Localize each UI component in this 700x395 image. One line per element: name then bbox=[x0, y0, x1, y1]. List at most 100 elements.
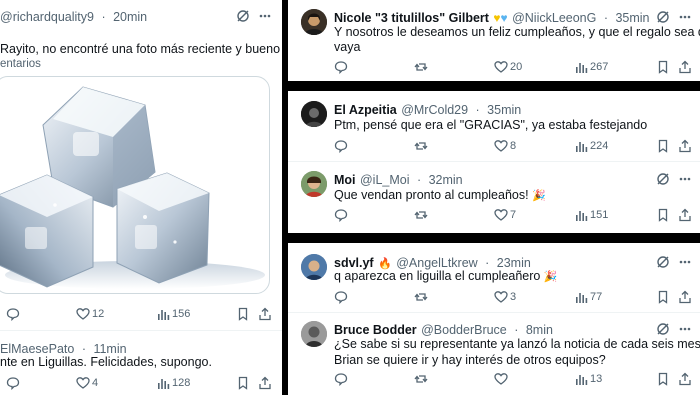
like-count: 8 bbox=[510, 140, 517, 152]
like-icon[interactable] bbox=[76, 307, 90, 321]
like-icon[interactable] bbox=[494, 208, 508, 222]
more-icon[interactable] bbox=[678, 322, 692, 336]
like-icon[interactable] bbox=[494, 60, 508, 74]
grok-icon[interactable] bbox=[236, 9, 250, 23]
reply-icon[interactable] bbox=[334, 372, 348, 386]
divider bbox=[288, 312, 700, 313]
repost-icon[interactable] bbox=[414, 290, 428, 304]
like-icon[interactable] bbox=[76, 376, 90, 390]
more-icon[interactable] bbox=[678, 255, 692, 269]
like-count: 7 bbox=[510, 209, 517, 221]
views-count: 13 bbox=[590, 373, 603, 385]
tweet-time[interactable]: 20min bbox=[113, 10, 147, 24]
tweet-text-line: vaya bbox=[334, 40, 361, 54]
repost-icon[interactable] bbox=[414, 372, 428, 386]
more-icon[interactable] bbox=[678, 10, 692, 24]
share-icon[interactable] bbox=[678, 372, 692, 386]
reply-icon[interactable] bbox=[6, 376, 20, 390]
tweet-text-line: Y nosotros le deseamos un feliz cumpleañ… bbox=[334, 25, 700, 39]
tweet-text: Ptm, pensé que era el "GRACIAS", ya esta… bbox=[334, 118, 648, 132]
avatar[interactable] bbox=[301, 171, 327, 197]
views-count: 224 bbox=[590, 140, 609, 152]
tweet-image-ice-cubes[interactable] bbox=[0, 76, 270, 294]
views-count: 267 bbox=[590, 61, 609, 73]
reply-icon[interactable] bbox=[334, 290, 348, 304]
like-icon[interactable] bbox=[494, 372, 508, 386]
tweet-handle[interactable]: @iL_Moi bbox=[360, 173, 410, 187]
like-count: 3 bbox=[510, 291, 517, 303]
tweet-author-name[interactable]: Bruce Bodder bbox=[334, 323, 417, 337]
divider bbox=[0, 330, 282, 331]
reply-icon[interactable] bbox=[6, 307, 20, 321]
tweet-author-name[interactable]: Moi bbox=[334, 173, 356, 187]
more-icon[interactable] bbox=[678, 172, 692, 186]
tweet-author-name[interactable]: Nicole "3 titulillos" Gilbert bbox=[334, 11, 489, 25]
grok-icon[interactable] bbox=[656, 172, 670, 186]
views-icon[interactable] bbox=[156, 307, 170, 321]
bookmark-icon[interactable] bbox=[656, 139, 670, 153]
reply-icon[interactable] bbox=[334, 208, 348, 222]
like-icon[interactable] bbox=[494, 290, 508, 304]
tweet-handle[interactable]: @BodderBruce bbox=[421, 323, 507, 337]
views-icon[interactable] bbox=[156, 376, 170, 390]
tweet-handle[interactable]: @MrCold29 bbox=[401, 103, 468, 117]
more-icon[interactable] bbox=[258, 9, 272, 23]
grok-icon[interactable] bbox=[656, 10, 670, 24]
tweet-text-row: q aparezca en liguilla el cumpleañero 🎉 bbox=[334, 268, 558, 285]
share-icon[interactable] bbox=[678, 208, 692, 222]
tweet-text-row: Que vendan pronto al cumpleaños! 🎉 bbox=[334, 187, 546, 204]
gold-heart-icon: ♥ bbox=[493, 11, 501, 25]
tweet-time[interactable]: 32min bbox=[429, 173, 463, 187]
party-popper-icon: 🎉 bbox=[543, 271, 558, 283]
avatar[interactable] bbox=[301, 254, 327, 280]
right-tweet-panel-1: Nicole "3 titulillos" Gilbert ♥♥ @NiickL… bbox=[288, 0, 700, 81]
repost-icon[interactable] bbox=[414, 139, 428, 153]
share-icon[interactable] bbox=[678, 60, 692, 74]
like-count: 20 bbox=[510, 61, 523, 73]
tweet-text: nte en Liguillas. Felicidades, supongo. bbox=[0, 355, 212, 369]
grok-icon[interactable] bbox=[656, 322, 670, 336]
reply-icon[interactable] bbox=[334, 139, 348, 153]
bookmark-icon[interactable] bbox=[656, 372, 670, 386]
like-icon[interactable] bbox=[494, 139, 508, 153]
party-popper-icon: 🎉 bbox=[532, 190, 546, 202]
tweet-handle[interactable]: @NiickLeeonG bbox=[512, 11, 596, 25]
tweet-text: Rayito, no encontré una foto más recient… bbox=[0, 42, 282, 56]
tweet-author-name[interactable]: El Azpeitia bbox=[334, 103, 397, 117]
blue-heart-icon: ♥ bbox=[500, 11, 508, 25]
views-icon[interactable] bbox=[574, 372, 588, 386]
views-count: 151 bbox=[590, 209, 609, 221]
bookmark-icon[interactable] bbox=[236, 307, 250, 321]
comments-label: entarios bbox=[0, 58, 41, 70]
bookmark-icon[interactable] bbox=[236, 376, 250, 390]
avatar[interactable] bbox=[301, 321, 327, 347]
bookmark-icon[interactable] bbox=[656, 290, 670, 304]
avatar[interactable] bbox=[301, 101, 327, 127]
views-count: 128 bbox=[172, 377, 191, 389]
grok-icon[interactable] bbox=[656, 255, 670, 269]
tweet-handle[interactable]: @richardquality9 bbox=[0, 10, 94, 24]
views-icon[interactable] bbox=[574, 139, 588, 153]
repost-icon[interactable] bbox=[414, 208, 428, 222]
like-count: 12 bbox=[92, 308, 105, 320]
views-icon[interactable] bbox=[574, 208, 588, 222]
tweet-header: @richardquality9 · 20min bbox=[0, 10, 148, 24]
views-icon[interactable] bbox=[574, 290, 588, 304]
tweet-time[interactable]: 8min bbox=[526, 323, 553, 337]
share-icon[interactable] bbox=[678, 290, 692, 304]
tweet-time[interactable]: 35min bbox=[615, 11, 649, 25]
like-count: 4 bbox=[92, 377, 99, 389]
repost-icon[interactable] bbox=[414, 60, 428, 74]
avatar[interactable] bbox=[301, 9, 327, 35]
tweet-text: q aparezca en liguilla el cumpleañero bbox=[334, 269, 541, 283]
share-icon[interactable] bbox=[258, 376, 272, 390]
share-icon[interactable] bbox=[678, 139, 692, 153]
tweet-text-line: ¿Se sabe si su representante ya lanzó la… bbox=[334, 337, 700, 351]
bookmark-icon[interactable] bbox=[656, 208, 670, 222]
right-tweet-panel-2: El Azpeitia @MrCold29 · 35min Ptm, pensé… bbox=[288, 91, 700, 233]
tweet-time[interactable]: 35min bbox=[487, 103, 521, 117]
views-icon[interactable] bbox=[574, 60, 588, 74]
reply-icon[interactable] bbox=[334, 60, 348, 74]
bookmark-icon[interactable] bbox=[656, 60, 670, 74]
share-icon[interactable] bbox=[258, 307, 272, 321]
